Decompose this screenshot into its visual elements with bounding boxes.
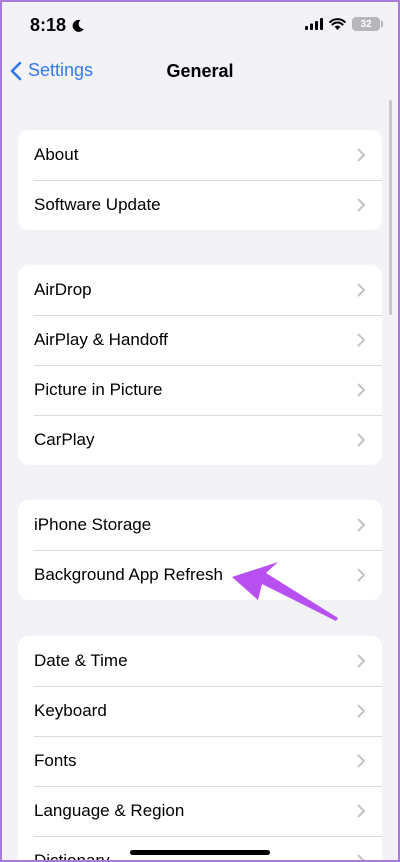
- chevron-right-icon: [357, 433, 365, 447]
- row-label: iPhone Storage: [34, 515, 152, 534]
- row-airdrop[interactable]: AirDrop: [18, 265, 382, 315]
- row-fonts[interactable]: Fonts: [18, 736, 382, 786]
- row-label: CarPlay: [34, 430, 95, 449]
- row-date-time[interactable]: Date & Time: [18, 636, 382, 686]
- status-icons: 32: [305, 17, 383, 31]
- wifi-icon: [329, 18, 346, 30]
- navigation-bar: Settings General: [0, 52, 400, 92]
- row-label: AirDrop: [34, 280, 92, 299]
- page-title: General: [166, 61, 234, 81]
- row-label: Keyboard: [34, 701, 107, 720]
- battery-level: 32: [360, 18, 372, 30]
- chevron-right-icon: [357, 198, 365, 212]
- row-label: Fonts: [34, 751, 77, 770]
- chevron-right-icon: [357, 704, 365, 718]
- chevron-right-icon: [357, 518, 365, 532]
- annotation-arrow-icon: [232, 562, 338, 621]
- status-bar: 8:18 32: [0, 0, 400, 52]
- chevron-right-icon: [357, 148, 365, 162]
- moon-icon: [72, 19, 84, 32]
- chevron-right-icon: [357, 804, 365, 818]
- row-label: Language & Region: [34, 801, 185, 820]
- battery-icon: 32: [352, 17, 383, 31]
- row-label: About: [34, 145, 79, 164]
- chevron-right-icon: [357, 854, 365, 862]
- scroll-indicator[interactable]: [389, 100, 392, 315]
- chevron-right-icon: [357, 283, 365, 297]
- row-label: Dictionary: [34, 851, 110, 862]
- row-picture-in-picture[interactable]: Picture in Picture: [18, 365, 382, 415]
- settings-group-locale: Date & Time Keyboard Fonts Language & Re…: [18, 636, 382, 862]
- row-keyboard[interactable]: Keyboard: [18, 686, 382, 736]
- time-text: 8:18: [30, 15, 67, 35]
- row-label: Date & Time: [34, 651, 128, 670]
- row-about[interactable]: About: [18, 130, 382, 180]
- row-iphone-storage[interactable]: iPhone Storage: [18, 500, 382, 550]
- chevron-right-icon: [357, 333, 365, 347]
- chevron-right-icon: [357, 568, 365, 582]
- status-time: 8:18: [30, 15, 85, 36]
- row-carplay[interactable]: CarPlay: [18, 415, 382, 465]
- chevron-right-icon: [357, 383, 365, 397]
- row-label: AirPlay & Handoff: [34, 330, 168, 349]
- row-airplay-handoff[interactable]: AirPlay & Handoff: [18, 315, 382, 365]
- settings-group-sharing: AirDrop AirPlay & Handoff Picture in Pic…: [18, 265, 382, 465]
- row-label: Background App Refresh: [34, 565, 224, 584]
- row-label: Picture in Picture: [34, 380, 163, 399]
- row-dictionary[interactable]: Dictionary: [18, 836, 382, 862]
- chevron-right-icon: [357, 654, 365, 668]
- home-indicator[interactable]: [130, 850, 270, 855]
- row-label: Software Update: [34, 195, 161, 214]
- settings-group-general-info: About Software Update: [18, 130, 382, 230]
- chevron-right-icon: [357, 754, 365, 768]
- row-software-update[interactable]: Software Update: [18, 180, 382, 230]
- row-language-region[interactable]: Language & Region: [18, 786, 382, 836]
- cellular-signal-icon: [305, 18, 323, 30]
